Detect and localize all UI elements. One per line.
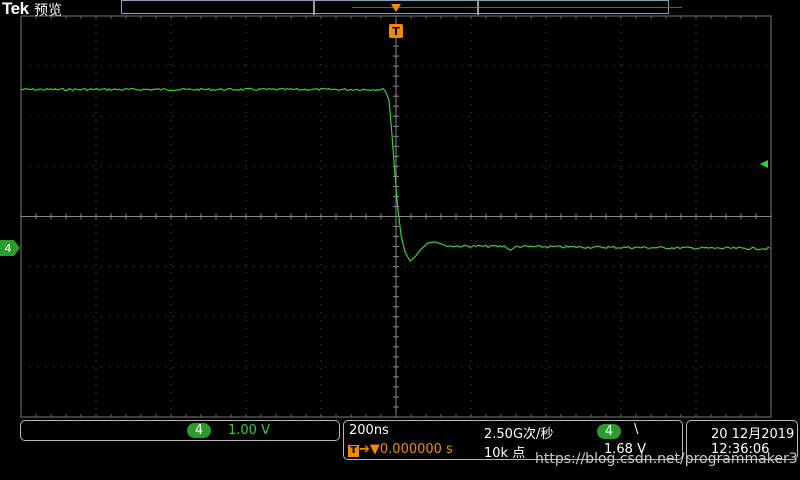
graticule: T 4 <box>0 4 772 418</box>
channel-scale-panel[interactable]: 4 1.00 V <box>20 420 340 441</box>
channel4-badge[interactable]: 4 <box>187 423 211 438</box>
channel4-scale: 1.00 V <box>228 423 270 438</box>
watermark: https://blog.csdn.net/programmaker3 <box>535 451 798 467</box>
trigger-source-badge[interactable]: 4 <box>597 424 621 439</box>
channel4-ground-marker[interactable]: 4 <box>0 240 20 256</box>
record-length: 10k 点 <box>484 446 526 461</box>
trigger-arrow-icon: ➔▼ <box>359 442 380 457</box>
trigger-position-value: 0.000000 s <box>379 442 453 457</box>
date: 20 12月2019 <box>711 427 795 442</box>
svg-text:4: 4 <box>5 242 12 255</box>
sample-rate: 2.50G次/秒 <box>484 427 554 442</box>
trigger-position-readout: T ➔▼0.000000 s <box>348 442 453 457</box>
trigger-position-icon: T <box>348 445 359 457</box>
time-per-div: 200ns <box>349 423 389 438</box>
trigger-slope-icon: \ <box>634 422 639 437</box>
trigger-level-marker[interactable] <box>760 160 768 168</box>
svg-text:T: T <box>392 25 400 38</box>
